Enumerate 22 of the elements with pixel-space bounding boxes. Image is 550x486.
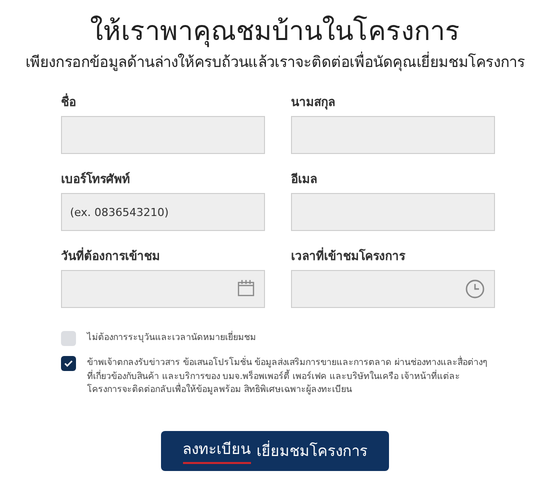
- input-field[interactable]: [291, 270, 495, 308]
- checkbox[interactable]: [61, 356, 76, 371]
- field-label: เวลาที่เข้าชมโครงการ: [291, 248, 406, 264]
- field-label: วันที่ต้องการเข้าชม: [61, 248, 161, 264]
- field-label: อีเมล: [291, 171, 318, 187]
- calendar-icon[interactable]: [237, 279, 255, 297]
- input-field[interactable]: [291, 116, 495, 154]
- check-icon: [64, 360, 73, 367]
- input-field[interactable]: (ex. 0836543210): [61, 193, 265, 231]
- input-field[interactable]: [61, 270, 265, 308]
- page-title: ให้เราพาคุณชมบ้านในโครงการ: [89, 14, 461, 50]
- checkbox-label: ข้าพเจ้าตกลงรับข่าวสาร ข้อเสนอโปรโมชั่น ข้อมูลส่งเสริมการขายและการตลาด ผ่านช่องทางและสื่อต่างๆ ที่เกี่ยวข้องกับสินค้า และบริการของ บมจ.พร็อพเพอร์ตี้ เพอร์เฟค และบริษัทในเครือ เจ้าหน้าที่แต่ละโครงการจะติดต่อกลับเพื่อให้ข้อมูลพร้อม สิทธิพิเศษเฉพาะผู้ลงทะเบียน: [87, 357, 490, 398]
- field-label: ชื่อ: [61, 94, 77, 110]
- input-field[interactable]: [291, 193, 495, 231]
- register-button[interactable]: ลงทะเบียน เยี่ยมชมโครงการ: [161, 430, 389, 470]
- clock-icon[interactable]: [465, 279, 485, 299]
- page-subtitle: เพียงกรอกข้อมูลด้านล่างให้ครบถ้วนแล้วเราจะติดต่อเพื่อนัดคุณเยี่ยมชมโครงการ: [24, 52, 526, 72]
- field-label: นามสกุล: [291, 94, 336, 110]
- checkbox[interactable]: [61, 331, 76, 346]
- input-field[interactable]: [61, 116, 265, 154]
- field-label: เบอร์โทรศัพท์: [61, 171, 131, 187]
- checkbox-label: ไม่ต้องการระบุวันและเวลานัดหมายเยี่ยมชม: [87, 332, 256, 346]
